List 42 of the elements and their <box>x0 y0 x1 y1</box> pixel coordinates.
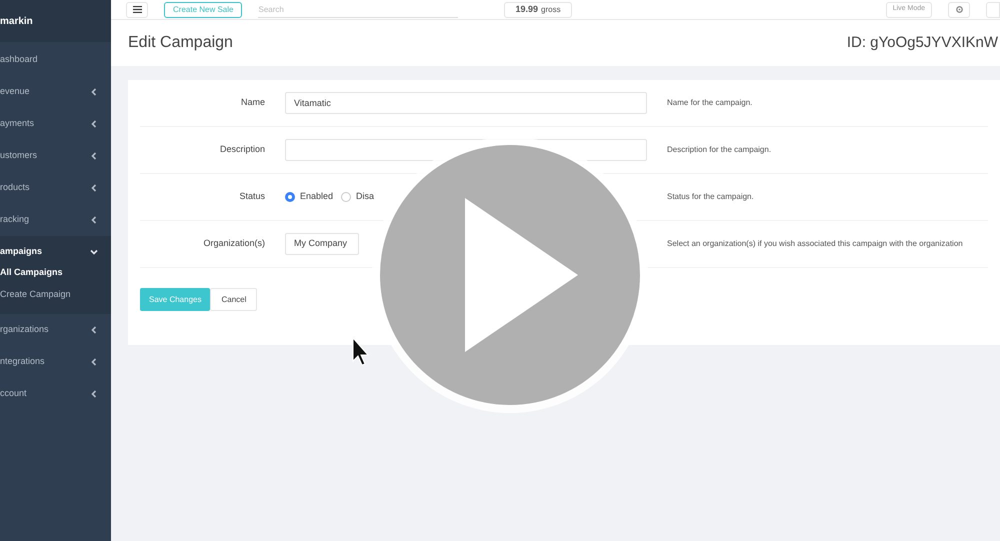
chevron-left-icon <box>90 326 98 334</box>
sidebar-subitem[interactable]: Create Campaign <box>0 284 111 306</box>
cancel-button[interactable]: Cancel <box>210 288 258 311</box>
campaign-id: ID: gYoOg5JYVXIKnW <box>846 32 998 53</box>
search-field[interactable]: Search <box>258 2 458 18</box>
help-text: Name for the campaign. <box>667 97 752 109</box>
settings-icon <box>954 5 964 14</box>
sidebar-item[interactable]: racking <box>0 204 111 236</box>
field-label: Organization(s) <box>202 237 266 250</box>
settings-button[interactable] <box>948 2 970 18</box>
status-radio[interactable]: Enabled <box>285 190 334 204</box>
help-text: Description for the campaign. <box>667 144 772 156</box>
help-text: Select an organization(s) if you wish associated this campaign with the organization <box>667 238 963 250</box>
menu-button[interactable] <box>126 2 148 18</box>
text-field[interactable]: Vitamatic <box>285 92 647 114</box>
gross-amount: 19.99 <box>515 2 538 16</box>
sidebar-item[interactable]: roducts <box>0 172 111 204</box>
status-radio[interactable]: Disa <box>341 190 374 204</box>
chevron-left-icon <box>90 184 98 192</box>
chevron-left-icon <box>90 152 98 160</box>
sidebar-item[interactable]: ustomers <box>0 140 111 172</box>
sidebar-item[interactable]: evenue <box>0 76 111 108</box>
chevron-left-icon <box>90 390 98 398</box>
sidebar-item[interactable]: rganizations <box>0 314 111 346</box>
sidebar-item[interactable]: ayments <box>0 108 111 140</box>
organization-select[interactable]: My Company <box>285 233 359 255</box>
chevron-left-icon <box>90 358 98 366</box>
page-title: Edit Campaign <box>128 33 233 53</box>
field-label: Name <box>240 96 266 110</box>
help-text: Status for the campaign. <box>667 191 754 203</box>
user-name: markin <box>0 14 33 28</box>
menu-icon <box>132 6 142 13</box>
field-label: Status <box>238 190 266 204</box>
sidebar-item[interactable]: ashboard <box>0 44 111 76</box>
chevron-left-icon <box>90 88 98 96</box>
chevron-left-icon <box>90 120 98 128</box>
sidebar-item[interactable]: ntegrations <box>0 346 111 378</box>
gross-label: gross <box>541 4 561 16</box>
field-label: Description <box>218 143 266 156</box>
sidebar-item[interactable]: ccount <box>0 378 111 410</box>
chevron-left-icon <box>90 216 98 224</box>
chevron-down-icon <box>90 248 98 256</box>
